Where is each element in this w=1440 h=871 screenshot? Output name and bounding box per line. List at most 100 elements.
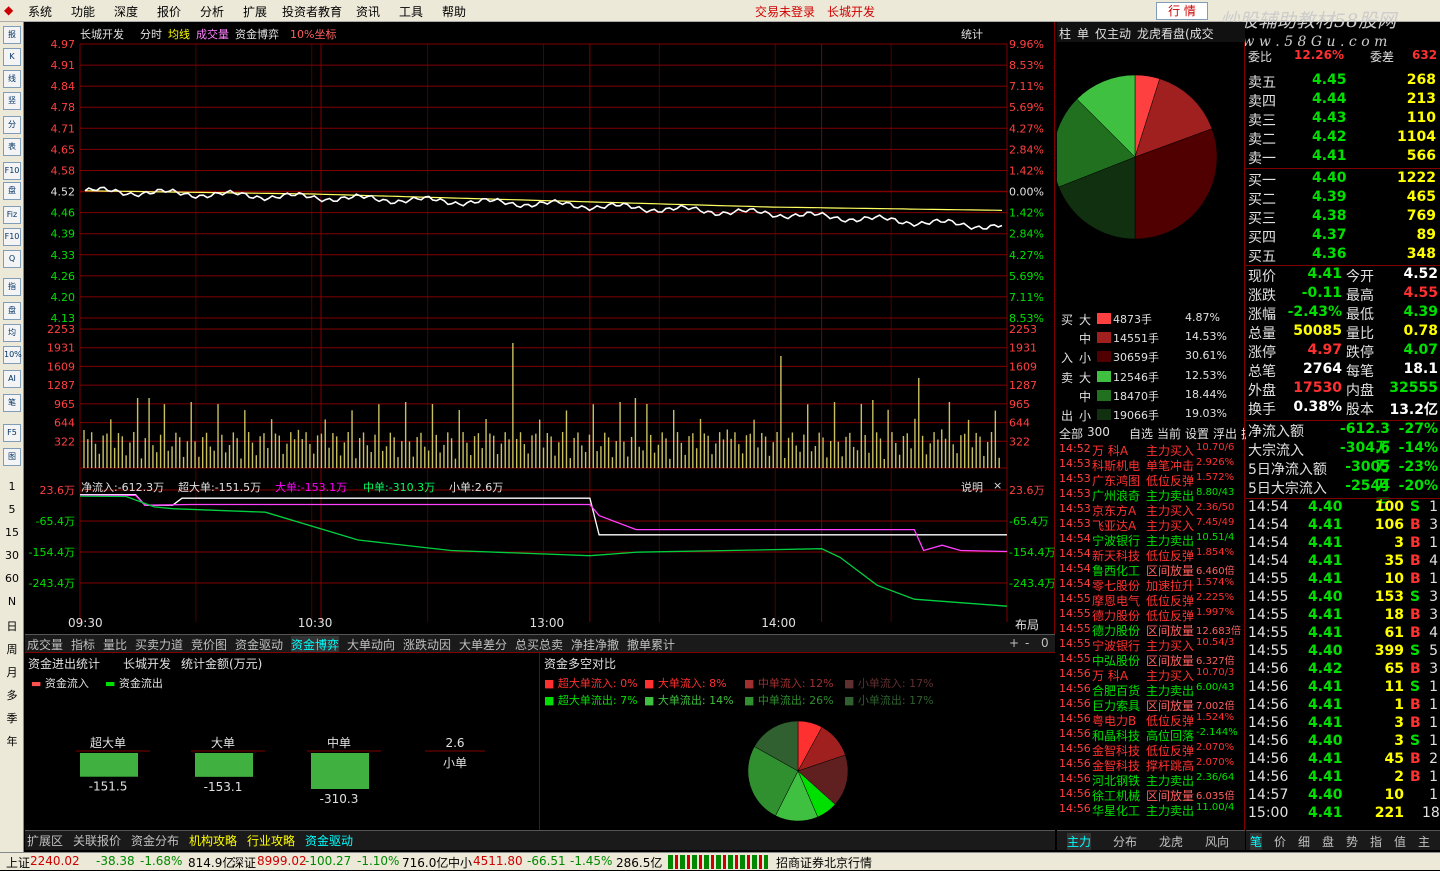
sh-index-name[interactable]: 上证 [6,854,30,871]
period-0[interactable]: 1 [2,480,22,493]
indicator-tab-10[interactable]: 总买总卖 [515,636,563,653]
indicator-tab-4[interactable]: 竞价图 [191,636,227,653]
menu-item-depth[interactable]: 深度 [114,3,138,20]
period-4[interactable]: 60 [2,572,22,585]
ask-price[interactable]: 4.44 [1312,91,1347,107]
indicator-tab-3[interactable]: 买卖力道 [135,636,183,653]
period-11[interactable]: 年 [2,733,22,749]
quote-bottom-tab-2[interactable]: 细 [1298,833,1310,850]
market-breadth-icon[interactable] [668,855,768,869]
big-order-bottom-tab-1[interactable]: 分布 [1113,833,1137,850]
big-order-bottom-tab-2[interactable]: 龙虎 [1159,833,1183,850]
ask-price[interactable]: 4.45 [1312,72,1347,88]
quote-bottom-tab-3[interactable]: 盘 [1322,833,1334,850]
ext-tab-5[interactable]: 资金驱动 [305,832,353,849]
toolbar-btn-11-icon[interactable]: 指 [3,278,21,296]
toolbar-btn-2-icon[interactable]: 线 [3,70,21,88]
toolbar-btn-10-icon[interactable]: Q [3,250,21,268]
news-filter-2[interactable]: 自选 [1129,425,1153,442]
explain-button[interactable]: 说明 [961,479,983,495]
big-order-bottom-tab-0[interactable]: 主力 [1067,833,1092,850]
menu-item-extend[interactable]: 扩展 [243,3,267,20]
indicator-tab-2[interactable]: 量比 [103,636,127,653]
indicator-tab-7[interactable]: 大单动向 [347,636,395,653]
layout-button[interactable]: 布局 [1015,616,1039,633]
period-8[interactable]: 月 [2,664,22,680]
period-9[interactable]: 多 [2,687,22,703]
quote-bottom-tab-0[interactable]: 笔 [1250,833,1263,850]
news-filter-1[interactable]: 300 [1087,425,1110,439]
big-order-tab-2[interactable]: 仅主动 [1095,25,1131,42]
chart-canvas[interactable]: 4.97 9.96% 4.91 8.53% 4.84 7.11% 4.78 5.69% 4.71… [25,22,1055,634]
zoom-in-button[interactable]: + [1009,636,1019,650]
news-filter-4[interactable]: 设置 [1185,425,1209,442]
news-filter-0[interactable]: 全部 [1059,425,1083,442]
quote-bottom-tab-1[interactable]: 价 [1274,833,1286,850]
period-3[interactable]: 30 [2,549,22,562]
news-filter-3[interactable]: 当前 [1157,425,1181,442]
menu-item-news[interactable]: 资讯 [356,3,380,20]
indicator-tab-6[interactable]: 资金博弈 [291,636,340,653]
toolbar-btn-0-icon[interactable]: 报 [3,26,21,44]
ask-price[interactable]: 4.42 [1312,129,1347,145]
zx-index-name[interactable]: 中小 [448,854,472,871]
bid-price[interactable]: 4.38 [1312,208,1347,224]
toolbar-btn-6-icon[interactable]: F10 [3,162,21,180]
period-7[interactable]: 周 [2,641,22,657]
menu-item-education[interactable]: 投资者教育 [282,3,342,20]
menu-item-function[interactable]: 功能 [71,3,95,20]
toolbar-btn-8-icon[interactable]: Fiz [3,206,21,224]
ext-tab-2[interactable]: 资金分布 [131,832,179,849]
sz-index-name[interactable]: 深证 [232,854,256,871]
indicator-tab-12[interactable]: 撤单累计 [627,636,675,653]
toolbar-btn-9-icon[interactable]: F10 [3,228,21,246]
toolbar-btn-12-icon[interactable]: 盘 [3,302,21,320]
toolbar-btn-17-icon[interactable]: F5 [3,424,21,442]
toolbar-btn-15-icon[interactable]: AI [3,370,21,388]
toolbar-btn-7-icon[interactable]: 盘 [3,182,21,200]
bid-price[interactable]: 4.37 [1312,227,1347,243]
indicator-tab-11[interactable]: 净挂净撤 [571,636,619,653]
close-flow-icon[interactable]: × [993,479,1002,492]
toolbar-btn-13-icon[interactable]: 均 [3,324,21,342]
big-order-bottom-tab-3[interactable]: 风向 [1205,833,1229,850]
zoom-out-button[interactable]: - [1025,636,1029,650]
menu-item-analysis[interactable]: 分析 [200,3,224,20]
zoom-reset-button[interactable]: 0 [1041,636,1049,650]
period-10[interactable]: 季 [2,710,22,726]
toolbar-btn-16-icon[interactable]: 笔 [3,394,21,412]
toolbar-btn-14-icon[interactable]: 10% [3,346,22,364]
indicator-tab-8[interactable]: 涨跌动因 [403,636,451,653]
ask-price[interactable]: 4.43 [1312,110,1347,126]
ext-tab-0[interactable]: 扩展区 [27,832,63,849]
period-2[interactable]: 15 [2,526,22,539]
period-6[interactable]: 日 [2,618,22,634]
toolbar-btn-5-icon[interactable]: 表 [3,138,21,156]
news-stock[interactable]: 华星化工 [1092,802,1140,819]
quote-bottom-tab-7[interactable]: 主 [1418,833,1430,850]
indicator-tab-9[interactable]: 大单差分 [459,636,507,653]
menu-item-system[interactable]: 系统 [28,3,52,20]
ext-tab-3[interactable]: 机构攻略 [189,832,237,849]
ask-price[interactable]: 4.41 [1312,148,1347,164]
bid-price[interactable]: 4.40 [1312,170,1347,186]
big-order-tab-0[interactable]: 柱 [1059,25,1071,42]
news-filter-5[interactable]: 浮出 [1213,425,1237,442]
period-5[interactable]: N [2,595,22,608]
menu-item-tools[interactable]: 工具 [399,3,423,20]
login-status[interactable]: 交易未登录 [755,3,815,20]
indicator-tab-1[interactable]: 指标 [71,636,95,653]
ext-tab-1[interactable]: 关联报价 [73,832,121,849]
big-order-tab-1[interactable]: 单 [1077,25,1089,42]
quote-bottom-tab-4[interactable]: 势 [1346,833,1358,850]
menu-item-quote[interactable]: 报价 [157,3,181,20]
quote-button[interactable]: 行 情 [1156,2,1208,20]
app-logo-icon[interactable]: ◆ [4,3,13,17]
bid-price[interactable]: 4.36 [1312,246,1347,262]
toolbar-btn-1-icon[interactable]: K [3,48,21,66]
bid-price[interactable]: 4.39 [1312,189,1347,205]
big-order-tab-3[interactable]: 龙虎看盘(成交 [1137,25,1214,42]
period-1[interactable]: 5 [2,503,22,516]
quote-bottom-tab-5[interactable]: 指 [1370,833,1382,850]
indicator-tab-5[interactable]: 资金驱动 [235,636,283,653]
